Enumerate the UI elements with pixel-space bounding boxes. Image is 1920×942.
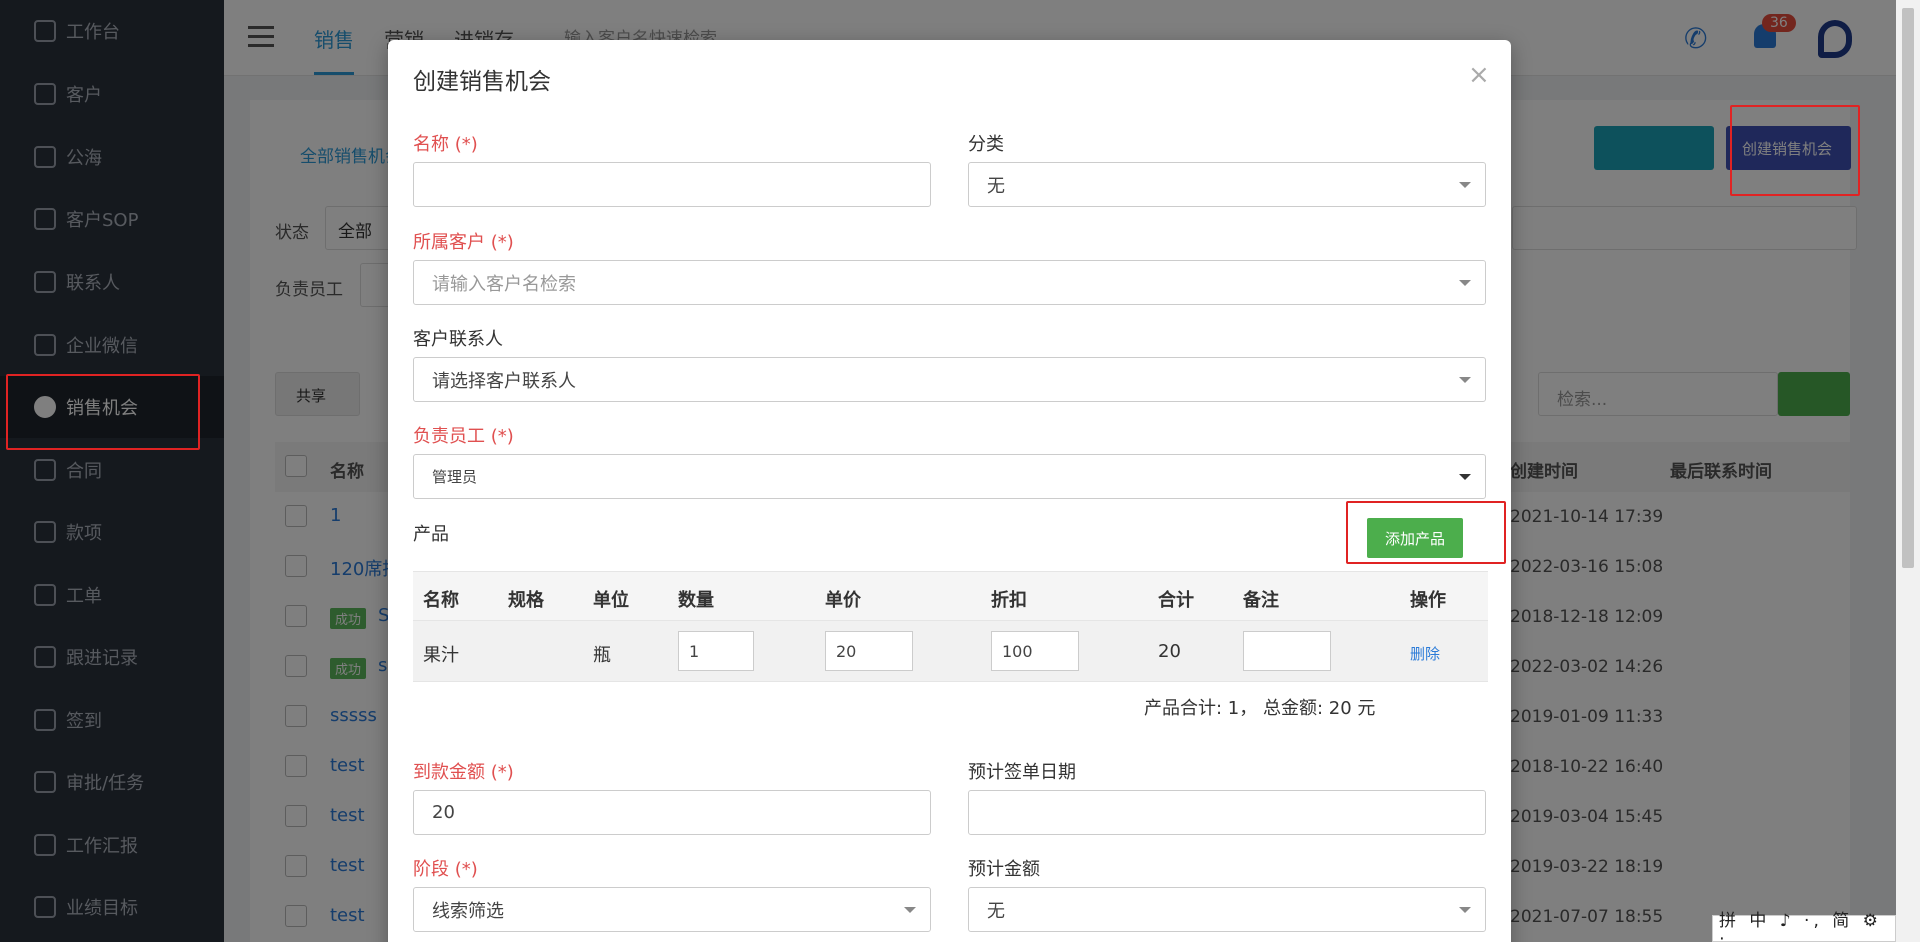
column-total: 合计 [1158, 590, 1194, 611]
chevron-down-icon [1459, 907, 1471, 913]
category-select[interactable]: 无 [968, 162, 1486, 207]
contact-select[interactable]: 请选择客户联系人 [413, 357, 1486, 402]
chevron-down-icon [1459, 182, 1471, 188]
price-value: 20 [836, 641, 857, 661]
contact-placeholder: 请选择客户联系人 [432, 370, 576, 392]
discount-value: 100 [1002, 641, 1033, 661]
stage-value: 线索筛选 [432, 900, 504, 922]
quantity-input[interactable]: 1 [678, 631, 754, 671]
amount-value: 20 [432, 802, 455, 823]
add-product-button[interactable]: 添加产品 [1367, 518, 1463, 558]
column-action: 操作 [1410, 590, 1446, 611]
product-table-header: 名称 规格 单位 数量 单价 折扣 合计 备注 操作 [413, 571, 1488, 620]
price-input[interactable]: 20 [825, 631, 913, 671]
owner-value: 管理员 [432, 468, 478, 486]
chevron-down-icon [1459, 280, 1471, 286]
app-window: 工作台 客户 公海 客户SOP 联系人 企业微信 销售机会 合同 款项 工单 跟… [0, 0, 1920, 942]
expected-amount-label: 预计金额 [968, 859, 1040, 880]
sign-date-input[interactable] [968, 790, 1486, 835]
column-note: 备注 [1243, 590, 1279, 611]
expected-amount-select[interactable]: 无 [968, 887, 1486, 932]
modal-title: 创建销售机会 [413, 69, 551, 95]
page-scrollbar[interactable] [1896, 0, 1920, 942]
close-icon[interactable]: × [1468, 60, 1490, 90]
product-summary: 产品合计: 1， 总金额: 20 元 [1144, 698, 1376, 719]
category-value: 无 [987, 175, 1005, 197]
customer-placeholder: 请输入客户名检索 [432, 273, 576, 295]
chevron-down-icon [904, 907, 916, 913]
amount-label: 到款金额 (*) [413, 762, 514, 783]
delete-link[interactable]: 删除 [1410, 643, 1440, 664]
note-input[interactable] [1243, 631, 1331, 671]
expected-amount-value: 无 [987, 900, 1005, 922]
create-opportunity-modal: 创建销售机会 × 名称 (*) 分类 无 所属客户 (*) 请输入客户名检索 客… [388, 40, 1511, 942]
ime-toolbar[interactable]: 拼 中 ♪ ·, 简 ⚙ : [1712, 911, 1896, 942]
table-row: 果汁 瓶 1 20 100 20 删除 [413, 620, 1488, 682]
column-discount: 折扣 [991, 590, 1027, 611]
stage-label: 阶段 (*) [413, 859, 478, 880]
scrollbar-thumb[interactable] [1902, 8, 1914, 568]
owner-select[interactable]: 管理员 [413, 454, 1486, 499]
product-unit: 瓶 [593, 645, 611, 666]
discount-input[interactable]: 100 [991, 631, 1079, 671]
column-price: 单价 [825, 590, 861, 611]
quantity-value: 1 [689, 641, 700, 661]
column-quantity: 数量 [678, 590, 714, 611]
column-spec: 规格 [508, 590, 544, 611]
product-total: 20 [1158, 641, 1181, 662]
category-label: 分类 [968, 134, 1004, 155]
contact-label: 客户联系人 [413, 329, 503, 350]
ime-toolbar-text: 拼 中 ♪ ·, 简 ⚙ : [1719, 911, 1882, 942]
product-label: 产品 [413, 524, 449, 545]
column-product-name: 名称 [423, 590, 459, 611]
chevron-down-icon [1459, 377, 1471, 383]
name-input[interactable] [413, 162, 931, 207]
chevron-down-icon [1459, 474, 1471, 480]
stage-select[interactable]: 线索筛选 [413, 887, 931, 932]
column-unit: 单位 [593, 590, 629, 611]
owner-label: 负责员工 (*) [413, 426, 514, 447]
customer-label: 所属客户 (*) [413, 232, 514, 253]
customer-select[interactable]: 请输入客户名检索 [413, 260, 1486, 305]
name-label: 名称 (*) [413, 134, 478, 155]
product-name: 果汁 [423, 645, 459, 666]
sign-date-label: 预计签单日期 [968, 762, 1076, 783]
amount-input[interactable]: 20 [413, 790, 931, 835]
